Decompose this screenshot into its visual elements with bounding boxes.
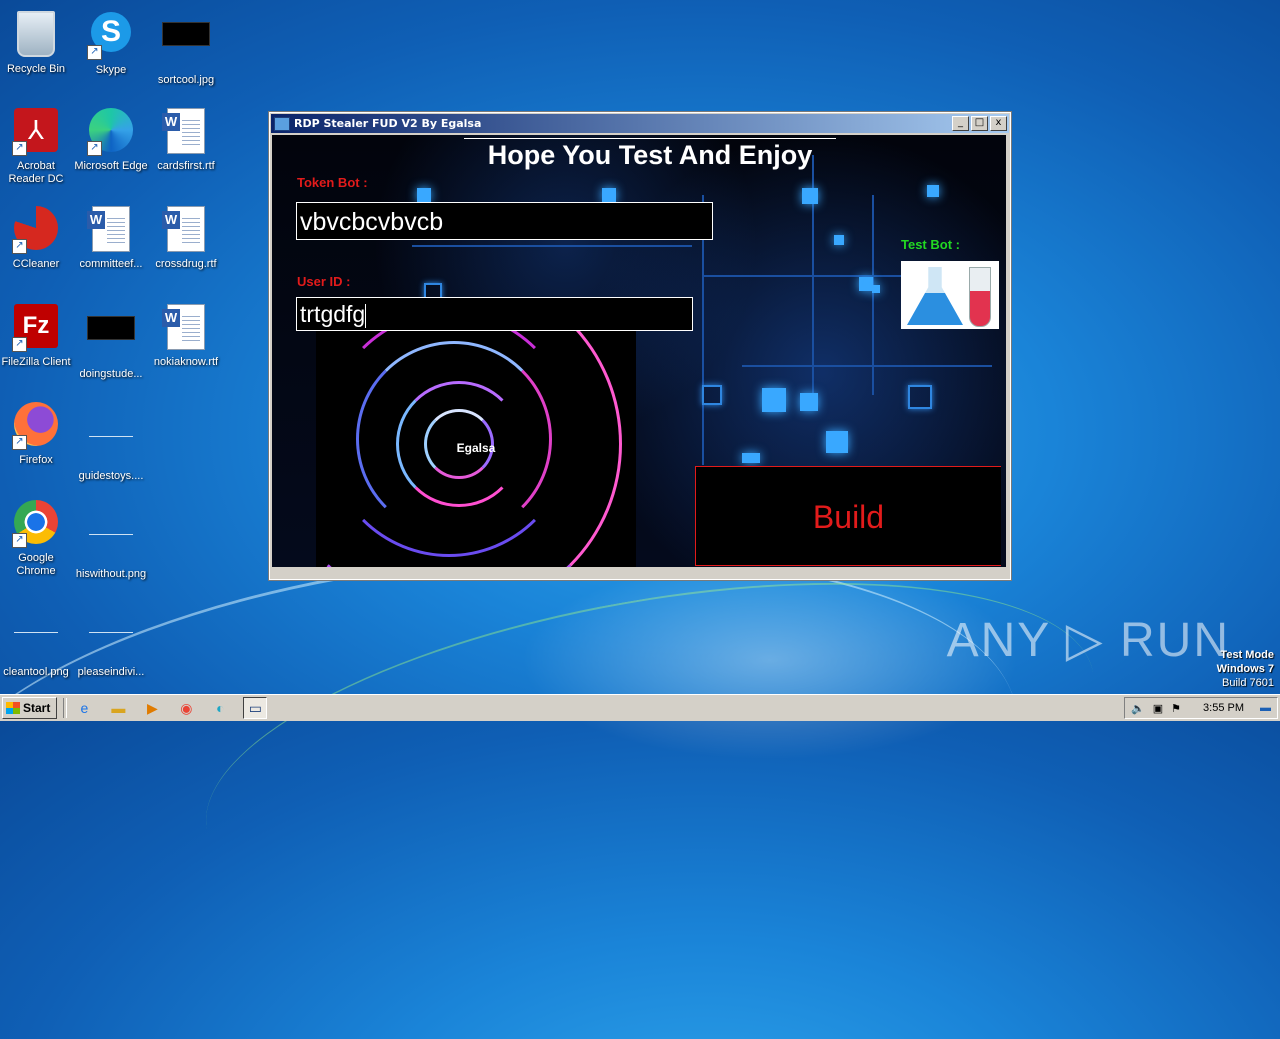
windows-version-line: Windows 7 bbox=[1216, 663, 1274, 675]
test-bot-button[interactable] bbox=[901, 261, 999, 329]
file-explorer-icon[interactable]: ▬ bbox=[107, 698, 129, 718]
user-id-label: User ID : bbox=[297, 274, 351, 289]
desktop-icon-label: Google Chrome bbox=[16, 552, 56, 577]
desktop-icon-crossdrug[interactable]: W crossdrug.rtf bbox=[148, 204, 224, 271]
shortcut-arrow-icon: ↗ bbox=[87, 45, 102, 60]
desktop-icon-label: Acrobat Reader DC bbox=[8, 160, 64, 185]
shortcut-arrow-icon: ↗ bbox=[12, 435, 27, 450]
token-bot-label: Token Bot : bbox=[297, 175, 368, 190]
desktop-icon-label: nokiaknow.rtf bbox=[153, 356, 219, 368]
desktop-icon-label: pleaseindivi... bbox=[77, 666, 145, 678]
window-client-area: Hope You Test And Enjoy Token Bot : vbvc… bbox=[272, 135, 1006, 567]
chrome-taskbar-icon[interactable]: ◉ bbox=[175, 698, 197, 718]
action-center-flag-icon[interactable]: ⚑ bbox=[1171, 702, 1181, 715]
desktop-icon-label: FileZilla Client bbox=[1, 356, 71, 368]
recycle-bin-icon bbox=[17, 11, 55, 57]
desktop-icon-doingstude[interactable]: doingstude... bbox=[73, 302, 149, 381]
desktop-icon-ccleaner[interactable]: ↗ CCleaner bbox=[0, 204, 74, 271]
build-button[interactable]: Build bbox=[695, 466, 1001, 566]
close-button[interactable]: x bbox=[990, 116, 1007, 131]
desktop-icon-label: Skype bbox=[95, 64, 127, 76]
desktop-icon-acrobat[interactable]: ⅄ ↗ Acrobat Reader DC bbox=[0, 106, 74, 186]
desktop-icon-edge[interactable]: ↗ Microsoft Edge bbox=[73, 106, 149, 173]
wallpaper-glow bbox=[520, 560, 1020, 760]
token-bot-input[interactable]: vbvcbcvbvcb bbox=[296, 202, 713, 240]
network-icon[interactable]: ▣ bbox=[1153, 702, 1163, 715]
taskbar: Start e ▬ ▶ ◉ ◐ ▭ 🔈 ▣ ⚑ 3:55 PM ▬ bbox=[0, 694, 1280, 721]
media-player-icon[interactable]: ▶ bbox=[141, 698, 163, 718]
desktop-icon-label: hiswithout.png bbox=[75, 568, 147, 580]
shortcut-arrow-icon: ↗ bbox=[12, 337, 27, 352]
shortcut-arrow-icon: ↗ bbox=[12, 533, 27, 548]
image-thumbnail-icon bbox=[89, 418, 133, 437]
start-label: Start bbox=[23, 701, 51, 715]
desktop-icon-label: crossdrug.rtf bbox=[155, 258, 217, 270]
vortex-image: Egalsa bbox=[316, 331, 636, 567]
user-id-input[interactable]: trtgdfg bbox=[296, 297, 693, 331]
flask-icon bbox=[907, 267, 963, 325]
start-button[interactable]: Start bbox=[2, 697, 58, 719]
shortcut-arrow-icon: ↗ bbox=[12, 239, 27, 254]
user-id-value: trtgdfg bbox=[300, 301, 366, 327]
minimize-button[interactable]: _ bbox=[952, 116, 969, 131]
volume-icon[interactable]: 🔈 bbox=[1131, 702, 1145, 715]
desktop-icon-chrome[interactable]: ↗ Google Chrome bbox=[0, 498, 74, 578]
word-document-icon: W bbox=[162, 206, 205, 252]
desktop-icon-nokiaknow[interactable]: W nokiaknow.rtf bbox=[148, 302, 224, 369]
windows-logo-icon bbox=[6, 702, 20, 714]
word-document-icon: W bbox=[87, 206, 130, 252]
build-number-line: Build 7601 bbox=[1222, 677, 1274, 689]
desktop-icon-skype[interactable]: S ↗ Skype bbox=[73, 8, 149, 77]
desktop-icon-cleantool[interactable]: cleantool.png bbox=[0, 596, 74, 679]
desktop-icon-label: CCleaner bbox=[12, 258, 60, 270]
window-title: RDP Stealer FUD V2 By Egalsa bbox=[294, 117, 482, 130]
desktop-icon-firefox[interactable]: ↗ Firefox bbox=[0, 400, 74, 467]
desktop-icon-label: Recycle Bin bbox=[6, 63, 66, 75]
desktop-icon-label: sortcool.jpg bbox=[157, 74, 215, 86]
app-window[interactable]: RDP Stealer FUD V2 By Egalsa _ □ x Hope … bbox=[268, 111, 1012, 581]
desktop-icon-recycle-bin[interactable]: Recycle Bin bbox=[0, 8, 74, 76]
test-mode-notice: Test Mode Windows 7 Build 7601 bbox=[1217, 648, 1274, 690]
rdp-stealer-taskbar-icon[interactable]: ▭ bbox=[243, 697, 268, 719]
show-desktop-icon[interactable]: ▬ bbox=[1260, 702, 1271, 714]
image-thumbnail-icon bbox=[87, 316, 135, 340]
system-tray: 🔈 ▣ ⚑ 3:55 PM ▬ bbox=[1124, 697, 1278, 719]
text-caret bbox=[365, 303, 367, 328]
test-tube-icon bbox=[969, 267, 991, 327]
clock[interactable]: 3:55 PM bbox=[1203, 702, 1244, 714]
desktop-icon-cardsfirst[interactable]: W cardsfirst.rtf bbox=[148, 106, 224, 173]
desktop-icon-filezilla[interactable]: Fz ↗ FileZilla Client bbox=[0, 302, 74, 369]
maximize-button[interactable]: □ bbox=[971, 116, 988, 131]
desktop-icon-sortcool[interactable]: sortcool.jpg bbox=[148, 8, 224, 87]
headline: Hope You Test And Enjoy bbox=[464, 138, 836, 171]
shortcut-arrow-icon: ↗ bbox=[87, 141, 102, 156]
internet-explorer-icon[interactable]: e bbox=[73, 698, 95, 718]
desktop-icon-label: guidestoys.... bbox=[78, 470, 144, 482]
test-bot-label: Test Bot : bbox=[901, 237, 960, 252]
test-mode-line: Test Mode bbox=[1220, 649, 1274, 661]
app-icon bbox=[274, 116, 290, 131]
taskbar-separator bbox=[63, 698, 68, 718]
shortcut-arrow-icon: ↗ bbox=[12, 141, 27, 156]
image-thumbnail-icon bbox=[89, 516, 133, 535]
desktop-icon-label: cardsfirst.rtf bbox=[157, 160, 215, 172]
word-document-icon: W bbox=[162, 304, 205, 350]
desktop-icon-pleaseindivi[interactable]: pleaseindivi... bbox=[73, 596, 149, 679]
image-thumbnail-icon bbox=[162, 22, 210, 46]
desktop-icon-label: cleantool.png bbox=[3, 666, 69, 678]
desktop-icon-label: committeef... bbox=[79, 258, 143, 270]
desktop-icon-label: doingstude... bbox=[79, 368, 143, 380]
desktop-icon-guidestoys[interactable]: guidestoys.... bbox=[73, 400, 149, 483]
image-thumbnail-icon bbox=[14, 614, 58, 633]
vortex-label: Egalsa bbox=[456, 441, 496, 455]
anyrun-watermark: ANY ▷ RUN bbox=[946, 614, 1230, 667]
word-document-icon: W bbox=[162, 108, 205, 154]
image-thumbnail-icon bbox=[89, 614, 133, 633]
desktop-icon-label: Microsoft Edge bbox=[74, 160, 148, 172]
desktop-icon-committeef[interactable]: W committeef... bbox=[73, 204, 149, 271]
desktop-icon-hiswithout[interactable]: hiswithout.png bbox=[73, 498, 149, 581]
window-titlebar[interactable]: RDP Stealer FUD V2 By Egalsa _ □ x bbox=[271, 114, 1009, 133]
desktop-icon-label: Firefox bbox=[19, 454, 53, 466]
edge-taskbar-icon[interactable]: ◐ bbox=[209, 698, 231, 718]
